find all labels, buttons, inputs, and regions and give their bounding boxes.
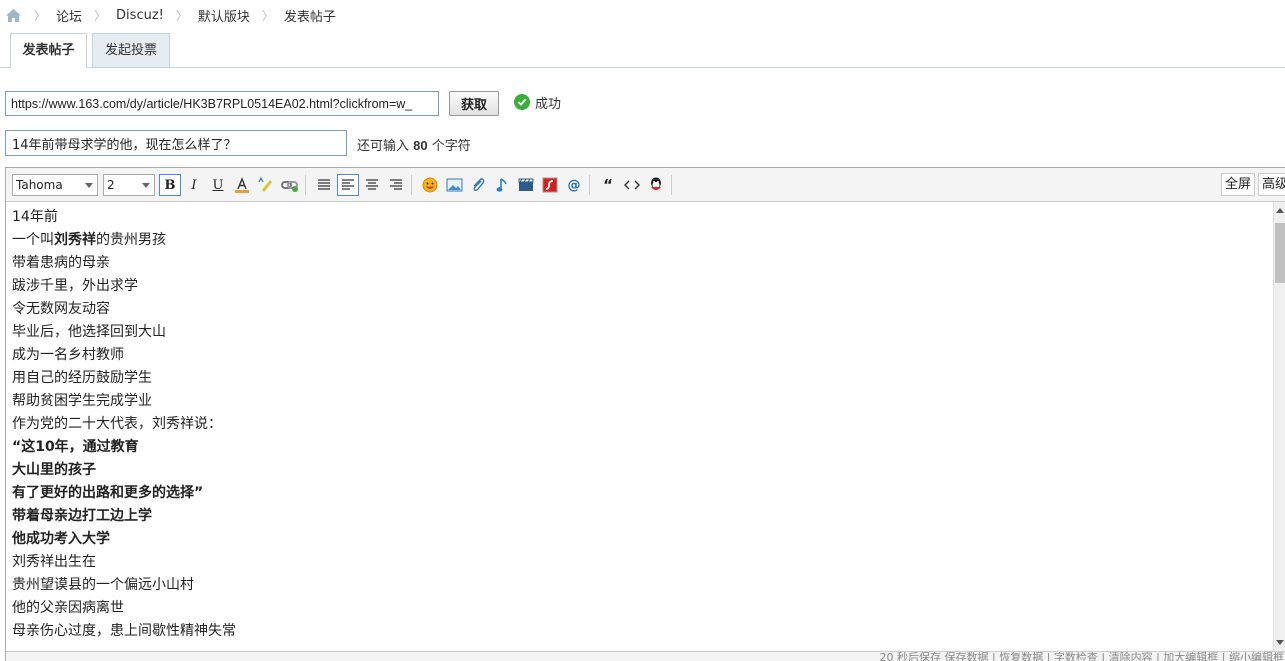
editor-status-bar: 20 秒后保存 保存数据 | 恢复数据 | 字数检查 | 清除内容 | 加大编辑… bbox=[6, 651, 1285, 661]
fetch-status: 成功 bbox=[514, 93, 562, 112]
advanced-mode-button[interactable]: 高级 bbox=[1258, 173, 1285, 196]
editor-line: 14年前 bbox=[12, 209, 58, 225]
video-icon[interactable] bbox=[515, 174, 537, 196]
counter-number: 80 bbox=[413, 138, 428, 153]
chevron-down-icon bbox=[142, 183, 150, 188]
music-icon[interactable] bbox=[491, 174, 513, 196]
editor-line-segment: 刘秀祥 bbox=[54, 232, 96, 248]
editor-line: 作为党的二十大代表，刘秀祥说： bbox=[12, 416, 222, 432]
editor-line: 毕业后，他选择回到大山 bbox=[12, 324, 166, 340]
breadcrumb-discuz[interactable]: Discuz! bbox=[116, 8, 164, 23]
home-icon[interactable] bbox=[5, 8, 22, 23]
scroll-thumb[interactable] bbox=[1275, 223, 1285, 283]
editor-line: 贵州望谟县的一个偏远小山村 bbox=[12, 577, 194, 593]
counter-suffix: 个字符 bbox=[431, 139, 471, 154]
editor-line: 有了更好的出路和更多的选择” bbox=[12, 485, 204, 501]
scroll-up-icon[interactable] bbox=[1276, 208, 1284, 213]
chevron-right-icon: 〉 bbox=[175, 8, 188, 23]
font-size-value: 2 bbox=[107, 178, 115, 192]
editor-line: “这10年，通过教育 bbox=[12, 439, 139, 455]
align-justify-icon[interactable] bbox=[385, 174, 407, 196]
article-url-input[interactable] bbox=[5, 91, 439, 116]
toolbar-divider bbox=[411, 175, 412, 195]
breadcrumb-default-board[interactable]: 默认版块 bbox=[198, 6, 250, 25]
quote-icon[interactable]: “ bbox=[597, 174, 619, 196]
editor-scrollbar[interactable] bbox=[1273, 202, 1285, 651]
scroll-down-icon[interactable] bbox=[1276, 640, 1284, 645]
editor-line: 帮助贫困学生完成学业 bbox=[12, 393, 152, 409]
font-family-value: Tahoma bbox=[16, 178, 63, 192]
chevron-right-icon: 〉 bbox=[261, 8, 274, 23]
underline-button[interactable]: U bbox=[207, 174, 229, 196]
code-icon[interactable] bbox=[621, 174, 643, 196]
counter-prefix: 还可输入 bbox=[357, 139, 410, 154]
post-type-tabs: 发表帖子 发起投票 bbox=[0, 33, 1285, 68]
font-size-select[interactable]: 2 bbox=[103, 174, 155, 196]
editor-line: 用自己的经历鼓励学生 bbox=[12, 370, 152, 386]
flash-icon[interactable] bbox=[539, 174, 561, 196]
editor-line-segment: 一个叫 bbox=[12, 232, 54, 248]
editor-line: 带着母亲边打工边上学 bbox=[12, 508, 152, 524]
fetch-status-text: 成功 bbox=[535, 96, 562, 112]
emoji-icon[interactable] bbox=[419, 174, 441, 196]
editor-line: 母亲伤心过度，患上间歇性精神失常 bbox=[12, 623, 236, 639]
highlight-color-icon[interactable] bbox=[255, 174, 277, 196]
italic-button[interactable]: I bbox=[183, 174, 205, 196]
breadcrumb-current: 发表帖子 bbox=[283, 9, 336, 25]
breadcrumb: 〉 论坛 〉 Discuz! 〉 默认版块 〉 发表帖子 bbox=[5, 6, 336, 25]
check-circle-icon bbox=[514, 94, 530, 110]
tab-new-poll[interactable]: 发起投票 bbox=[92, 33, 170, 68]
editor-toolbar: Tahoma 2 B I U @ “ 全屏 高 bbox=[6, 168, 1285, 202]
editor-line-segment: 的贵州男孩 bbox=[96, 232, 166, 248]
link-icon[interactable] bbox=[279, 174, 301, 196]
toolbar-divider bbox=[589, 175, 590, 195]
editor-line: 大山里的孩子 bbox=[12, 462, 96, 478]
editor-line: 成为一名乡村教师 bbox=[12, 347, 124, 363]
editor-status-text: 20 秒后保存 保存数据 | 恢复数据 | 字数检查 | 清除内容 | 加大编辑… bbox=[879, 651, 1284, 661]
attachment-icon[interactable] bbox=[467, 174, 489, 196]
editor-line: 带着患病的母亲 bbox=[12, 255, 110, 271]
breadcrumb-forum[interactable]: 论坛 bbox=[56, 6, 82, 25]
chevron-right-icon: 〉 bbox=[34, 8, 47, 23]
fullscreen-button[interactable]: 全屏 bbox=[1221, 173, 1256, 196]
editor-content[interactable]: 14年前一个叫刘秀祥的贵州男孩带着患病的母亲跋涉千里，外出求学 令无数网友动容毕业… bbox=[6, 202, 1274, 651]
editor-line: 他成功考入大学 bbox=[12, 531, 110, 547]
title-char-counter: 还可输入 80 个字符 bbox=[357, 135, 471, 154]
font-family-select[interactable]: Tahoma bbox=[12, 174, 98, 196]
editor-line: 令无数网友动容 bbox=[12, 301, 110, 317]
chevron-right-icon: 〉 bbox=[94, 8, 107, 23]
editor-line: 刘秀祥出生在 bbox=[12, 554, 96, 570]
align-left-icon[interactable] bbox=[337, 174, 359, 196]
editor-line: 跋涉千里，外出求学 bbox=[12, 278, 138, 294]
chevron-down-icon bbox=[85, 183, 93, 188]
editor-line: 他的父亲因病离世 bbox=[12, 600, 124, 616]
editor-line: 一个叫刘秀祥的贵州男孩 bbox=[12, 229, 1268, 252]
image-icon[interactable] bbox=[443, 174, 465, 196]
align-right-icon[interactable] bbox=[313, 174, 335, 196]
align-center-icon[interactable] bbox=[361, 174, 383, 196]
fetch-button[interactable]: 获取 bbox=[449, 91, 499, 116]
tab-new-post[interactable]: 发表帖子 bbox=[10, 33, 87, 68]
toolbar-divider bbox=[671, 175, 672, 195]
qq-icon[interactable] bbox=[645, 174, 667, 196]
toolbar-divider bbox=[305, 175, 306, 195]
at-mention-icon[interactable]: @ bbox=[563, 174, 585, 196]
font-color-icon[interactable] bbox=[231, 174, 253, 196]
rich-text-editor: Tahoma 2 B I U @ “ 全屏 高 14年前 一个叫刘秀祥的贵州男孩… bbox=[5, 167, 1285, 661]
post-title-input[interactable] bbox=[5, 130, 347, 156]
bold-button[interactable]: B bbox=[159, 174, 181, 196]
